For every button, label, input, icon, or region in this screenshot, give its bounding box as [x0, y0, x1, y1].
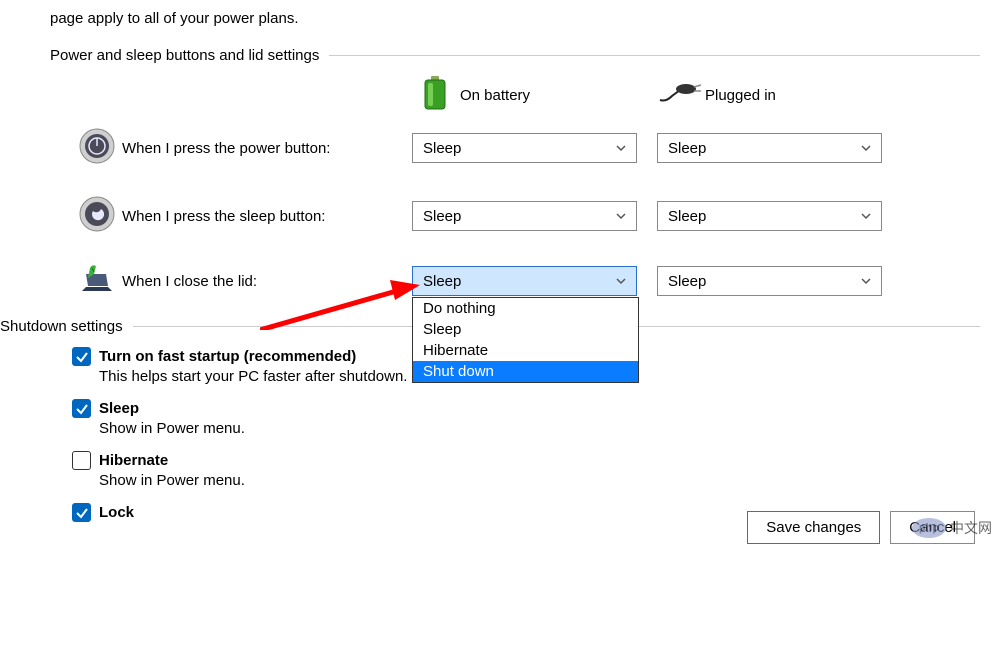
chevron-down-icon	[616, 276, 626, 286]
dropdown-option-sleep[interactable]: Sleep	[413, 319, 638, 340]
sleep-desc: Show in Power menu.	[72, 420, 980, 437]
chevron-down-icon	[616, 211, 626, 221]
col-on-battery-label: On battery	[460, 87, 530, 104]
chevron-down-icon	[616, 143, 626, 153]
php-logo: php	[912, 518, 946, 538]
section-power-sleep-header: Power and sleep buttons and lid settings	[50, 47, 980, 64]
fast-startup-label: Turn on fast startup (recommended)	[99, 348, 356, 365]
lock-label: Lock	[99, 504, 134, 521]
sleep-checkbox[interactable]	[72, 399, 91, 418]
row-sleep-button: When I press the sleep button: Sleep Sle…	[50, 196, 980, 236]
col-plugged-in-label: Plugged in	[705, 87, 776, 104]
column-headers: On battery Plugged in	[50, 76, 980, 114]
shutdown-sleep: Sleep Show in Power menu.	[50, 399, 980, 437]
divider	[329, 55, 980, 56]
select-sleep-button-battery[interactable]: Sleep	[412, 201, 637, 231]
sleep-button-label: When I press the sleep button:	[122, 208, 412, 225]
save-changes-button[interactable]: Save changes	[747, 511, 880, 544]
sleep-label: Sleep	[99, 400, 139, 417]
chevron-down-icon	[861, 211, 871, 221]
watermark-text: 中文网	[950, 518, 992, 538]
plug-icon	[658, 82, 702, 108]
chevron-down-icon	[861, 276, 871, 286]
hibernate-label: Hibernate	[99, 452, 168, 469]
lid-label: When I close the lid:	[122, 273, 412, 290]
col-on-battery: On battery	[410, 76, 655, 114]
lid-battery-dropdown[interactable]: Do nothing Sleep Hibernate Shut down	[412, 297, 639, 383]
select-sleep-button-plugged[interactable]: Sleep	[657, 201, 882, 231]
select-lid-plugged[interactable]: Sleep	[657, 266, 882, 296]
section-power-sleep-title: Power and sleep buttons and lid settings	[50, 47, 329, 64]
row-power-button: When I press the power button: Sleep Sle…	[50, 128, 980, 168]
col-plugged-in: Plugged in	[655, 76, 900, 114]
select-power-button-plugged[interactable]: Sleep	[657, 133, 882, 163]
power-button-icon	[79, 128, 115, 168]
fast-startup-checkbox[interactable]	[72, 347, 91, 366]
laptop-lid-icon	[78, 264, 116, 298]
select-power-button-battery[interactable]: Sleep	[412, 133, 637, 163]
select-lid-battery[interactable]: Sleep Do nothing Sleep Hibernate Shut do…	[412, 266, 637, 296]
row-lid: When I close the lid: Sleep Do nothing S…	[50, 264, 980, 298]
shutdown-hibernate: Hibernate Show in Power menu.	[50, 451, 980, 489]
power-button-label: When I press the power button:	[122, 140, 412, 157]
watermark: php 中文网	[912, 518, 992, 538]
intro-text: page apply to all of your power plans.	[50, 10, 980, 27]
dropdown-option-do-nothing[interactable]: Do nothing	[413, 298, 638, 319]
hibernate-checkbox[interactable]	[72, 451, 91, 470]
dropdown-option-shut-down[interactable]: Shut down	[413, 361, 638, 382]
hibernate-desc: Show in Power menu.	[72, 472, 980, 489]
sleep-button-icon	[79, 196, 115, 236]
chevron-down-icon	[861, 143, 871, 153]
battery-icon	[424, 76, 446, 114]
section-shutdown-title: Shutdown settings	[0, 318, 133, 335]
lock-checkbox[interactable]	[72, 503, 91, 522]
dropdown-option-hibernate[interactable]: Hibernate	[413, 340, 638, 361]
